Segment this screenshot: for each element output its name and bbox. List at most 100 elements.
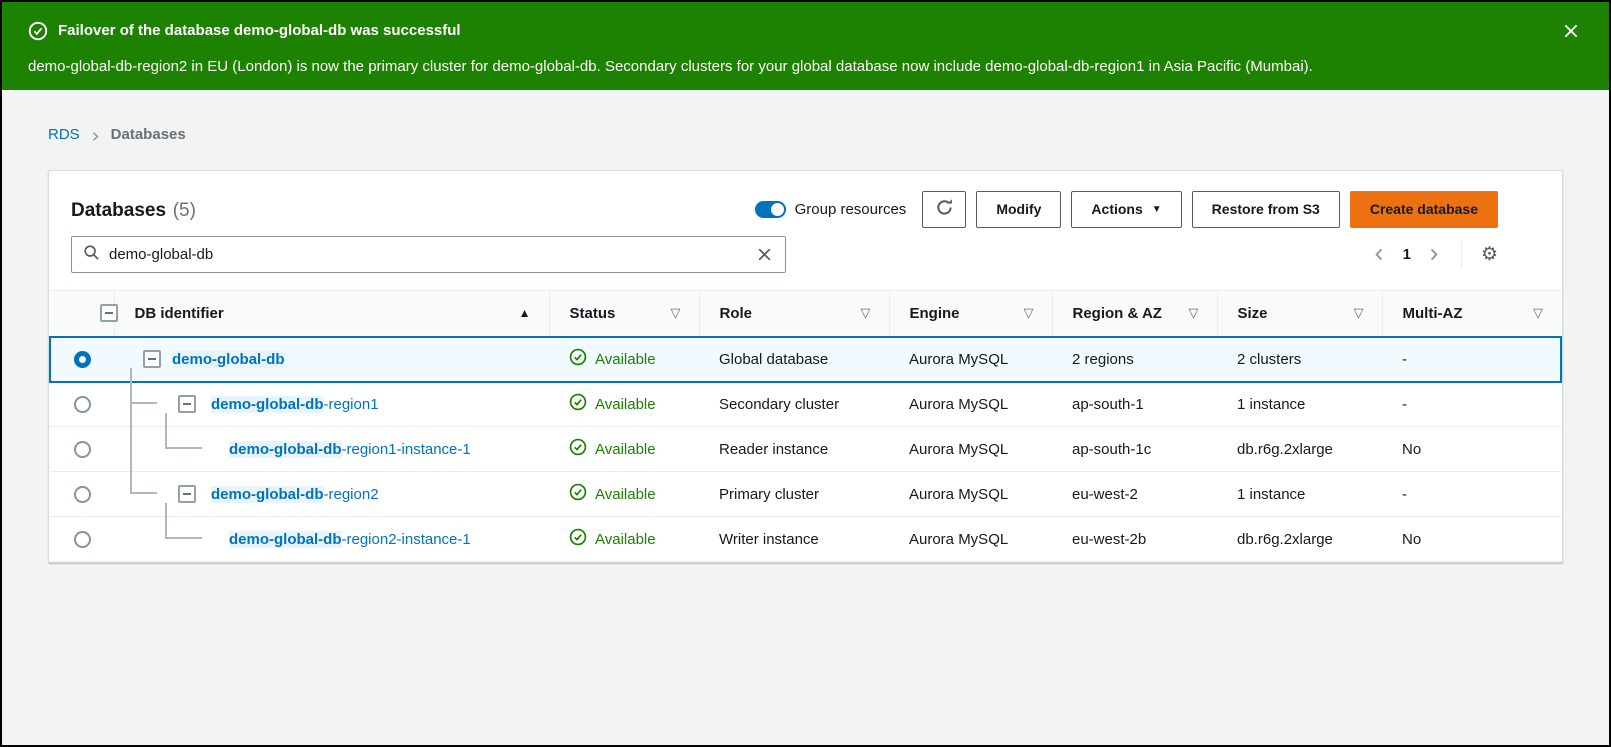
size-cell: db.r6g.2xlarge bbox=[1217, 517, 1382, 562]
banner-close-icon[interactable] bbox=[1561, 22, 1581, 42]
engine-cell: Aurora MySQL bbox=[889, 427, 1052, 472]
column-label: Status bbox=[570, 305, 616, 322]
engine-cell: Aurora MySQL bbox=[889, 472, 1052, 517]
tree-line bbox=[130, 492, 157, 494]
check-circle-icon bbox=[28, 21, 48, 41]
role-cell: Reader instance bbox=[699, 427, 889, 472]
multi-az-cell: - bbox=[1382, 382, 1561, 427]
status-text: Available bbox=[595, 486, 656, 503]
region-az-cell: 2 regions bbox=[1052, 337, 1217, 382]
column-label: Multi-AZ bbox=[1403, 305, 1463, 322]
tree-line bbox=[165, 413, 167, 449]
db-identifier-link[interactable]: demo-global-db-region2 bbox=[211, 486, 379, 503]
expand-toggle-icon[interactable] bbox=[178, 485, 196, 503]
breadcrumb: RDS Databases bbox=[48, 126, 1563, 143]
column-header-db-identifier[interactable]: DB identifier ▲ bbox=[114, 291, 549, 337]
row-radio[interactable] bbox=[74, 351, 91, 368]
refresh-button[interactable] bbox=[922, 191, 966, 228]
table-header-row: DB identifier▲Status▽Role▽Engine▽Region … bbox=[50, 291, 1561, 337]
region-az-cell: eu-west-2 bbox=[1052, 472, 1217, 517]
filter-icon[interactable]: ▽ bbox=[671, 305, 681, 321]
column-header-size[interactable]: Size ▽ bbox=[1217, 291, 1382, 337]
db-identifier-link[interactable]: demo-global-db-region2-instance-1 bbox=[229, 531, 471, 548]
filter-icon[interactable]: ▽ bbox=[1354, 305, 1364, 321]
size-cell: 2 clusters bbox=[1217, 337, 1382, 382]
role-cell: Primary cluster bbox=[699, 472, 889, 517]
size-cell: 1 instance bbox=[1217, 382, 1382, 427]
size-cell: 1 instance bbox=[1217, 472, 1382, 517]
column-header-status[interactable]: Status ▽ bbox=[549, 291, 699, 337]
role-cell: Global database bbox=[699, 337, 889, 382]
status-text: Available bbox=[595, 441, 656, 458]
breadcrumb-current: Databases bbox=[111, 126, 186, 143]
search-box[interactable] bbox=[71, 236, 786, 273]
column-label: Size bbox=[1238, 305, 1268, 322]
page-content: RDS Databases Databases (5) Group resour… bbox=[2, 126, 1609, 563]
row-radio[interactable] bbox=[74, 396, 91, 413]
column-label: DB identifier bbox=[135, 305, 224, 322]
create-database-button[interactable]: Create database bbox=[1350, 191, 1498, 228]
available-status-icon bbox=[569, 528, 587, 550]
tree-line bbox=[165, 447, 202, 449]
tree-line bbox=[130, 402, 157, 404]
filter-icon[interactable]: ▽ bbox=[1533, 305, 1543, 321]
actions-button[interactable]: Actions ▼ bbox=[1071, 191, 1181, 228]
pagination: 1 ⚙ bbox=[1372, 242, 1498, 268]
toggle-on-icon[interactable] bbox=[755, 201, 786, 218]
table-row[interactable]: demo-global-db-region2-instance-1Availab… bbox=[50, 517, 1561, 562]
multi-az-cell: No bbox=[1382, 427, 1561, 472]
multi-az-cell: - bbox=[1382, 472, 1561, 517]
db-identifier-link[interactable]: demo-global-db-region1 bbox=[211, 396, 379, 413]
prev-page-icon[interactable] bbox=[1372, 247, 1388, 263]
current-page[interactable]: 1 bbox=[1403, 246, 1411, 263]
restore-from-s3-button[interactable]: Restore from S3 bbox=[1192, 191, 1340, 228]
table-row[interactable]: demo-global-db-region1-instance-1 Availab… bbox=[50, 427, 1561, 472]
search-input[interactable] bbox=[109, 246, 755, 263]
filter-icon[interactable]: ▽ bbox=[1189, 305, 1199, 321]
filter-icon[interactable]: ▽ bbox=[1024, 305, 1034, 321]
column-header-role[interactable]: Role▽ bbox=[699, 291, 889, 337]
status-text: Available bbox=[595, 351, 656, 368]
panel-count: (5) bbox=[173, 200, 196, 221]
region-az-cell: ap-south-1 bbox=[1052, 382, 1217, 427]
db-identifier-link[interactable]: demo-global-db-region1-instance-1 bbox=[229, 441, 471, 458]
available-status-icon bbox=[569, 438, 587, 460]
column-header-region-az[interactable]: Region & AZ▽ bbox=[1052, 291, 1217, 337]
sort-ascending-icon[interactable]: ▲ bbox=[519, 306, 531, 320]
multi-az-cell: - bbox=[1382, 337, 1561, 382]
app-window: Failover of the database demo-global-db … bbox=[0, 0, 1611, 747]
collapse-all-icon[interactable] bbox=[100, 304, 118, 322]
group-resources-toggle[interactable]: Group resources bbox=[755, 201, 907, 218]
divider bbox=[1461, 242, 1462, 268]
toolbar: Group resources Modify Actions ▼ bbox=[755, 191, 1498, 228]
row-radio[interactable] bbox=[74, 531, 91, 548]
region-az-cell: eu-west-2b bbox=[1052, 517, 1217, 562]
role-cell: Writer instance bbox=[699, 517, 889, 562]
row-radio[interactable] bbox=[74, 486, 91, 503]
expand-toggle-icon[interactable] bbox=[143, 350, 161, 368]
selection-column-header bbox=[50, 291, 114, 337]
next-page-icon[interactable] bbox=[1426, 247, 1442, 263]
table-row[interactable]: demo-global-db-region2 Available Primary c… bbox=[50, 472, 1561, 517]
create-label: Create database bbox=[1370, 201, 1478, 217]
breadcrumb-rds-link[interactable]: RDS bbox=[48, 126, 80, 143]
filter-row: 1 ⚙ bbox=[49, 236, 1562, 273]
panel-title: Databases bbox=[71, 200, 166, 221]
column-label: Engine bbox=[910, 305, 960, 322]
expand-toggle-icon[interactable] bbox=[178, 395, 196, 413]
banner-title: Failover of the database demo-global-db … bbox=[58, 20, 461, 42]
search-clear-icon[interactable] bbox=[755, 246, 773, 264]
column-header-engine[interactable]: Engine ▽ bbox=[889, 291, 1052, 337]
status-text: Available bbox=[595, 396, 656, 413]
column-header-multi-az[interactable]: Multi-AZ ▽ bbox=[1382, 291, 1561, 337]
filter-icon[interactable]: ▽ bbox=[861, 305, 871, 321]
row-radio[interactable] bbox=[74, 441, 91, 458]
size-cell: db.r6g.2xlarge bbox=[1217, 427, 1382, 472]
table-row[interactable]: demo-global-dbAvailableGlobal databaseAu… bbox=[50, 337, 1561, 382]
table-row[interactable]: demo-global-db-region1AvailableSecondary… bbox=[50, 382, 1561, 427]
breadcrumb-chevron-icon bbox=[90, 129, 101, 140]
gear-icon[interactable]: ⚙ bbox=[1481, 245, 1498, 264]
db-identifier-link[interactable]: demo-global-db bbox=[172, 351, 285, 368]
modify-button[interactable]: Modify bbox=[976, 191, 1061, 228]
engine-cell: Aurora MySQL bbox=[889, 517, 1052, 562]
